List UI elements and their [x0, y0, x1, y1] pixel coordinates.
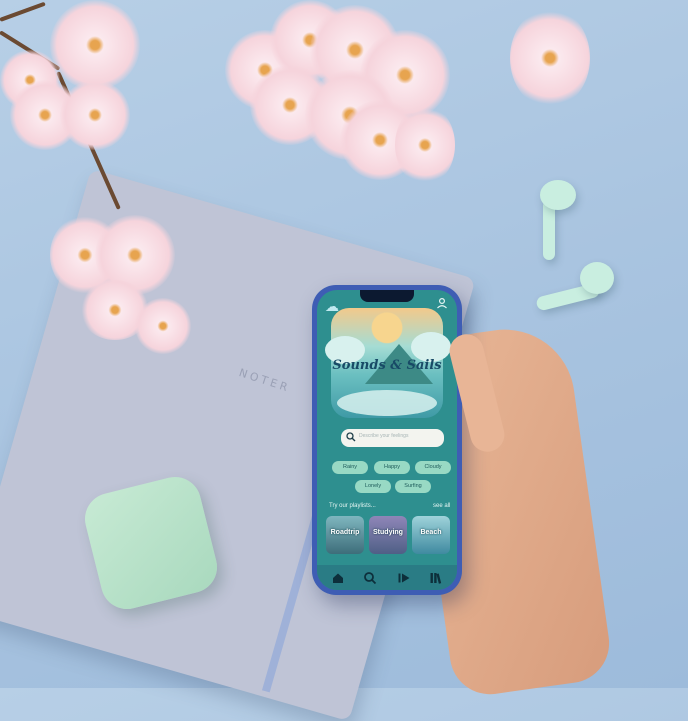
search-icon	[346, 432, 356, 442]
library-icon[interactable]	[429, 571, 443, 585]
playlist-card-studying[interactable]: Studying	[369, 516, 407, 554]
search-icon[interactable]	[363, 571, 377, 585]
earbud	[540, 180, 576, 210]
blossom	[60, 80, 130, 150]
blossom	[50, 0, 140, 90]
mood-chip-surfing[interactable]: Surfing	[395, 480, 431, 493]
user-icon[interactable]	[436, 297, 448, 309]
app-title: Sounds & Sails	[332, 358, 442, 373]
playlist-card-roadtrip[interactable]: Roadtrip	[326, 516, 364, 554]
playlist-label: Beach	[420, 529, 442, 536]
photo-scene: NOTER ☁ Sounds & Sails Describe your fee…	[0, 0, 688, 721]
cloud-illustration	[337, 390, 437, 416]
playlist-card-beach[interactable]: Beach	[412, 516, 450, 554]
search-placeholder: Describe your feelings	[359, 433, 409, 439]
blossom	[510, 8, 590, 108]
playlist-label: Studying	[373, 529, 403, 536]
home-icon[interactable]	[331, 571, 345, 585]
mood-chip-rainy[interactable]: Rainy	[332, 461, 368, 474]
blossom	[395, 105, 455, 185]
branch	[0, 1, 46, 22]
app-screen: ☁ Sounds & Sails Describe your feelings	[317, 290, 457, 590]
bottom-nav	[317, 565, 457, 590]
phone-notch	[360, 290, 414, 302]
search-input[interactable]: Describe your feelings	[341, 429, 444, 447]
hero-banner: Sounds & Sails	[325, 308, 451, 418]
play-icon[interactable]	[397, 571, 411, 585]
see-all-link[interactable]: see all	[433, 503, 450, 509]
mood-chip-happy[interactable]: Happy	[374, 461, 410, 474]
mood-chip-cloudy[interactable]: Cloudy	[415, 461, 451, 474]
blossom	[135, 298, 191, 354]
smartphone: ☁ Sounds & Sails Describe your feelings	[312, 285, 462, 595]
mood-chip-lonely[interactable]: Lonely	[355, 480, 391, 493]
earbud	[580, 262, 614, 294]
playlists-heading: Try our playlists...	[329, 503, 376, 509]
playlist-label: Roadtrip	[330, 529, 360, 536]
